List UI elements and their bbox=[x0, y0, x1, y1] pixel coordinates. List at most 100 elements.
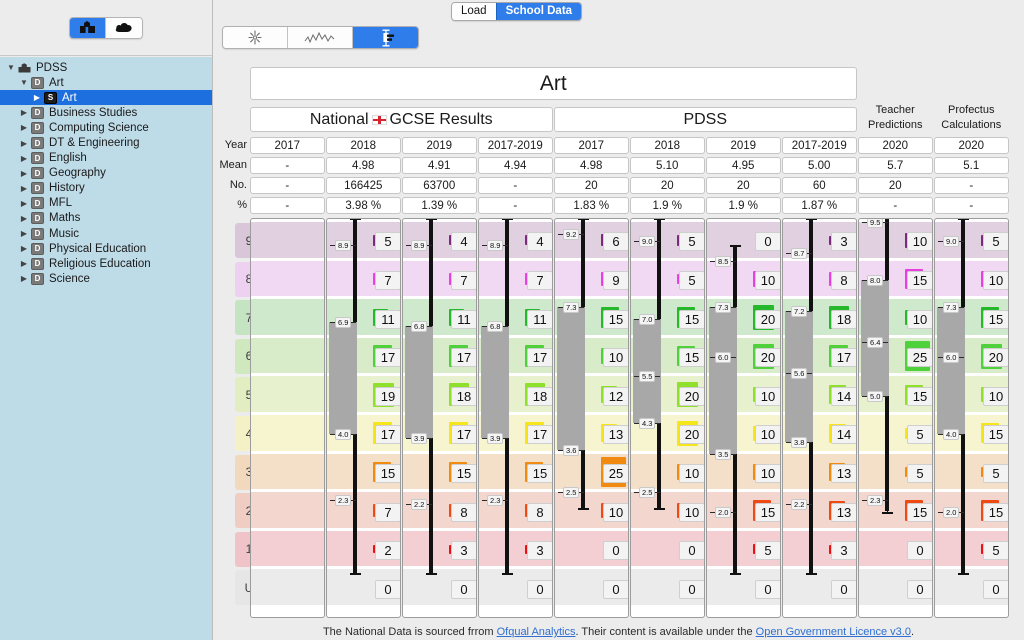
tick-q3: 7.3 bbox=[710, 301, 737, 313]
grade-value-label-6: 17 bbox=[375, 348, 400, 368]
tree-item-dt-engineering[interactable]: ▶ D DT & Engineering bbox=[0, 135, 212, 150]
load-button[interactable]: Load bbox=[452, 3, 496, 20]
tree-item-business-studies[interactable]: ▶ D Business Studies bbox=[0, 105, 212, 120]
line-chart-icon[interactable] bbox=[288, 27, 353, 48]
chevron-down-icon[interactable]: ▼ bbox=[4, 63, 18, 72]
grade-band-6 bbox=[251, 337, 324, 374]
tick-value: 2.0 bbox=[715, 506, 732, 518]
tree-item-label: Music bbox=[49, 227, 80, 240]
grade-value-label-9: 4 bbox=[451, 232, 476, 252]
school-icon[interactable] bbox=[70, 17, 106, 38]
subject-icon: S bbox=[44, 91, 57, 104]
tree-item-label: Science bbox=[49, 272, 90, 285]
chevron-right-icon[interactable]: ▶ bbox=[17, 184, 31, 193]
data-column-6[interactable]: 0 10 20 20 10 10 10 15 5 0 8.5 7.3 6.0 3.5 2.0 bbox=[706, 218, 781, 618]
tick-value: 2.3 bbox=[335, 494, 352, 506]
tick-dash-right bbox=[731, 260, 737, 262]
tree-item-geography[interactable]: ▶ D Geography bbox=[0, 166, 212, 181]
sidebar-view-segmented-control[interactable] bbox=[69, 16, 143, 39]
tree-item-religious-education[interactable]: ▶ D Religious Education bbox=[0, 256, 212, 271]
tick-q3: 7.3 bbox=[938, 301, 965, 313]
data-column-7[interactable]: 3 8 18 17 14 14 13 13 3 0 8.7 7.2 5.6 3.8 2.2 bbox=[782, 218, 857, 618]
sheet-cell-year-3: 2017-2019 bbox=[478, 137, 553, 154]
box-plot-icon[interactable] bbox=[353, 27, 418, 48]
data-column-3[interactable]: 4 7 11 17 18 17 15 8 3 0 8.9 6.8 3.9 2.3 bbox=[478, 218, 553, 618]
chevron-right-icon[interactable]: ▶ bbox=[17, 108, 31, 117]
subject-tree[interactable]: ▼ PDSS ▼ D Art ▶ S Art ▶ D Business Studies ▶ D Compu… bbox=[0, 57, 212, 640]
sheet-cell-year-9: 2020 bbox=[934, 137, 1009, 154]
data-column-8[interactable]: 10 15 10 25 15 5 5 15 0 0 9.5 8.0 6.4 5.0 2.3 bbox=[858, 218, 933, 618]
tree-item-physical-education[interactable]: ▶ D Physical Education bbox=[0, 241, 212, 256]
tree-item-label: DT & Engineering bbox=[49, 137, 140, 150]
chevron-right-icon[interactable]: ▶ bbox=[17, 259, 31, 268]
tree-item-maths[interactable]: ▶ D Maths bbox=[0, 211, 212, 226]
tick-dash-right bbox=[959, 357, 965, 359]
tree-item-history[interactable]: ▶ D History bbox=[0, 181, 212, 196]
chart-type-segmented-control[interactable] bbox=[222, 26, 419, 49]
data-column-4[interactable]: 6 9 15 10 12 13 25 10 0 0 9.2 7.3 3.6 2.5 bbox=[554, 218, 629, 618]
grade-value-label-8: 7 bbox=[527, 270, 552, 290]
department-icon: D bbox=[31, 152, 44, 165]
school-data-button[interactable]: School Data bbox=[495, 3, 582, 20]
ofqual-analytics-link[interactable]: Ofqual Analytics bbox=[497, 626, 576, 638]
profectus-calculations-line2: Calculations bbox=[941, 119, 1002, 131]
group-header-pdss: PDSS bbox=[554, 107, 857, 132]
chevron-right-icon[interactable]: ▶ bbox=[17, 199, 31, 208]
chevron-down-icon[interactable]: ▼ bbox=[17, 78, 31, 87]
data-column-2[interactable]: 4 7 11 17 18 17 15 8 3 0 8.9 6.8 3.9 2.2 bbox=[402, 218, 477, 618]
chevron-right-icon[interactable]: ▶ bbox=[17, 274, 31, 283]
cloud-icon[interactable] bbox=[106, 17, 142, 38]
tick-dash-right bbox=[503, 245, 509, 247]
tick-dash-right bbox=[959, 434, 965, 436]
grade-value-label-8: 10 bbox=[983, 270, 1008, 290]
top-toolbar: Load School Data bbox=[213, 0, 1024, 24]
grade-value-label-6: 17 bbox=[527, 348, 552, 368]
tree-item-mfl[interactable]: ▶ D MFL bbox=[0, 196, 212, 211]
tree-item-music[interactable]: ▶ D Music bbox=[0, 226, 212, 241]
open-government-licence-link[interactable]: Open Government Licence v3.0 bbox=[756, 626, 911, 638]
sheet-cell-pct-1: 3.98 % bbox=[326, 197, 401, 214]
load-segmented-control[interactable]: Load School Data bbox=[451, 2, 583, 21]
sheet-row-label-year: Year bbox=[224, 139, 247, 151]
burst-scatter-icon[interactable] bbox=[223, 27, 288, 48]
sheet-cell-pct-7: 1.87 % bbox=[782, 197, 857, 214]
grade-value-label-3: 13 bbox=[831, 463, 856, 483]
tick-value: 2.5 bbox=[563, 487, 580, 499]
grade-value-label-8: 5 bbox=[679, 270, 704, 290]
grade-value-label-7: 11 bbox=[375, 309, 400, 329]
chevron-right-icon[interactable]: ▶ bbox=[17, 169, 31, 178]
tick-q1: 4.3 bbox=[634, 417, 661, 429]
chevron-right-icon[interactable]: ▶ bbox=[30, 93, 44, 102]
data-column-9[interactable]: 5 10 15 20 10 15 5 15 5 0 9.0 7.3 6.0 4.0 2.0 bbox=[934, 218, 1009, 618]
chevron-right-icon[interactable]: ▶ bbox=[17, 139, 31, 148]
tree-item-label: PDSS bbox=[36, 61, 68, 74]
data-column-1[interactable]: 5 7 11 17 19 17 15 7 2 0 8.9 6.9 4.0 2.3 bbox=[326, 218, 401, 618]
grade-value-label-6: 20 bbox=[755, 348, 780, 368]
tree-item-science[interactable]: ▶ D Science bbox=[0, 271, 212, 286]
tick-value: 2.3 bbox=[867, 494, 884, 506]
sheet-row-label-mean: Mean bbox=[219, 159, 247, 171]
sheet-cell-mean-9: 5.1 bbox=[934, 157, 1009, 174]
grade-value-label-7: 15 bbox=[603, 309, 628, 329]
upper-box-line bbox=[809, 219, 813, 311]
tree-item-pdss[interactable]: ▼ PDSS bbox=[0, 60, 212, 75]
tree-item-computing-science[interactable]: ▶ D Computing Science bbox=[0, 120, 212, 135]
chevron-right-icon[interactable]: ▶ bbox=[17, 244, 31, 253]
chevron-right-icon[interactable]: ▶ bbox=[17, 123, 31, 132]
tick-value: 6.9 bbox=[335, 317, 352, 329]
tick-value: 6.8 bbox=[487, 321, 504, 333]
tick-value: 8.9 bbox=[335, 240, 352, 252]
tree-item-art[interactable]: ▼ D Art bbox=[0, 75, 212, 90]
grade-value-label-U: 0 bbox=[679, 579, 704, 599]
chevron-right-icon[interactable]: ▶ bbox=[17, 214, 31, 223]
data-column-0[interactable] bbox=[250, 218, 325, 618]
grade-value-label-U: 0 bbox=[527, 579, 552, 599]
data-column-5[interactable]: 5 5 15 15 20 20 10 10 0 0 9.0 7.0 5.5 4.3 2.5 bbox=[630, 218, 705, 618]
grade-value-label-3: 5 bbox=[907, 463, 932, 483]
department-icon: D bbox=[31, 76, 44, 89]
tree-item-english[interactable]: ▶ D English bbox=[0, 151, 212, 166]
chevron-right-icon[interactable]: ▶ bbox=[17, 154, 31, 163]
sheet-cell-pct-6: 1.9 % bbox=[706, 197, 781, 214]
tree-item-art[interactable]: ▶ S Art bbox=[0, 90, 212, 106]
chevron-right-icon[interactable]: ▶ bbox=[17, 229, 31, 238]
